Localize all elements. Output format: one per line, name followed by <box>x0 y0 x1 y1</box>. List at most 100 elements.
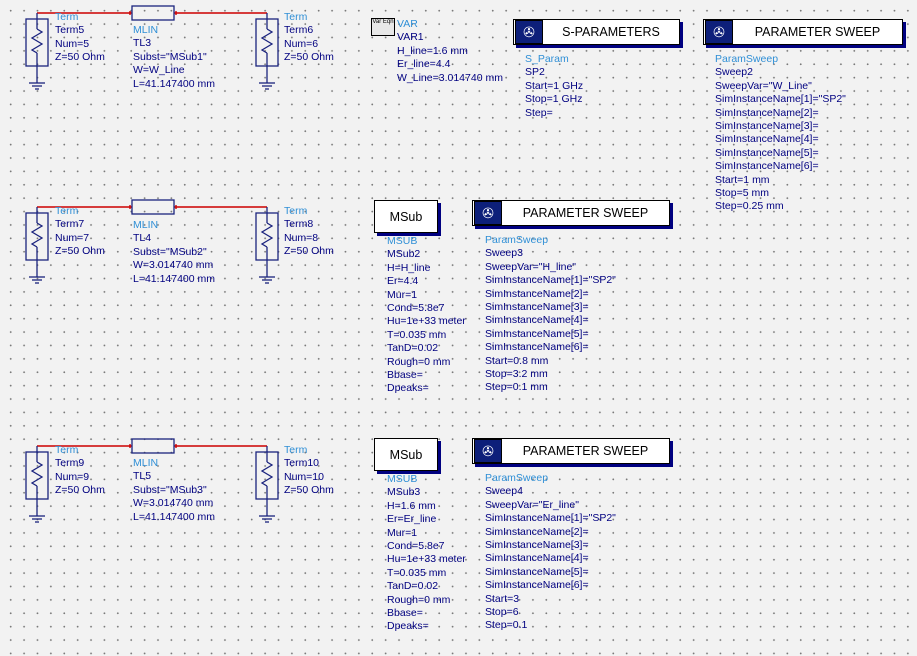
label-line: W_Line=3.014740 mm <box>397 71 503 84</box>
label-line: Cond=5.8e7 <box>387 301 445 314</box>
label-line: MLIN <box>133 219 159 231</box>
label-line: Num=10 <box>284 470 324 483</box>
mlin-symbol <box>131 199 175 215</box>
sim-controller-icon: ✇ <box>515 20 543 44</box>
sim-controller-icon: ✇ <box>474 201 502 225</box>
parameter-sweep-4-title: PARAMETER SWEEP <box>522 444 649 458</box>
label-line: Cond=5.8e7 <box>387 539 445 552</box>
term5-labels[interactable]: Term Term5 Num=5 Z=50 Ohm <box>55 11 105 65</box>
term-resistor-icon[interactable] <box>25 446 49 523</box>
tl5-labels[interactable]: MLIN TL5 Subst="MSub3" W=3.014740 mm L=41.14… <box>133 457 215 524</box>
label-line: SimInstanceName[3]= <box>715 119 819 132</box>
label-line: Hu=1e+33 meter <box>387 315 466 328</box>
parameter-sweep-3-controller[interactable]: ✇ PARAMETER SWEEP <box>472 200 670 226</box>
label-line: Z=50 Ohm <box>284 484 334 497</box>
mlin-symbol <box>131 438 175 454</box>
var1-labels[interactable]: VAR VAR1 H_line=1.6 mm Er_line=4.4 W_Line=3.… <box>397 18 503 85</box>
label-line: Term9 <box>55 457 85 470</box>
term-resistor-icon[interactable] <box>255 13 279 90</box>
label-line: SweepVar="Er_line" <box>485 498 579 511</box>
term8-labels[interactable]: Term Term8 Num=8 Z=50 Ohm <box>284 205 334 259</box>
label-line: Mur=1 <box>387 288 418 301</box>
label-line: L=41.147400 mm <box>133 272 216 285</box>
label-line: Stop=3.2 mm <box>485 367 548 380</box>
label-line: Er=Er_line <box>387 513 437 526</box>
term-resistor-icon[interactable] <box>25 13 49 90</box>
tl3-labels[interactable]: MLIN TL3 Subst="MSub1" W=W_Line L=41.147400 … <box>133 24 215 91</box>
term6-labels[interactable]: Term Term6 Num=6 Z=50 Ohm <box>284 11 334 65</box>
label-line: Term <box>284 444 308 456</box>
sp2-labels[interactable]: S_Param SP2 Start=1 GHz Stop=1 GHz Step= <box>525 53 583 120</box>
label-line: Num=9 <box>55 470 90 483</box>
label-line: W=3.014740 mm <box>133 259 214 272</box>
sweep4-labels[interactable]: ParamSweep Sweep4 SweepVar="Er_line" SimIns… <box>485 472 616 633</box>
sweep2-labels[interactable]: ParamSweep Sweep2 SweepVar="W_Line" SimInst… <box>715 53 846 214</box>
label-line: L=41.147400 mm <box>133 510 216 523</box>
label-line: Term8 <box>284 218 314 231</box>
label-line: ParamSweep <box>485 472 549 484</box>
msub2-block[interactable]: MSub <box>374 200 438 233</box>
label-line: SweepVar="W_Line" <box>715 79 812 92</box>
label-line: Z=50 Ohm <box>284 51 334 64</box>
label-line: Stop=6 <box>485 605 519 618</box>
label-line: SimInstanceName[5]= <box>485 327 589 340</box>
label-line: SimInstanceName[6]= <box>485 341 589 354</box>
var-eqn-icon[interactable]: Var Eqn <box>371 18 395 36</box>
sweep3-labels[interactable]: ParamSweep Sweep3 SweepVar="H_line" SimInst… <box>485 234 616 395</box>
term10-labels[interactable]: Term Term10 Num=10 Z=50 Ohm <box>284 444 334 498</box>
label-line: TL3 <box>133 37 152 50</box>
label-line: SimInstanceName[6]= <box>715 160 819 173</box>
label-line: S_Param <box>525 53 569 65</box>
label-line: Subst="MSub3" <box>133 483 207 496</box>
label-line: TanD=0.02 <box>387 342 439 355</box>
label-line: Term <box>55 11 79 23</box>
label-line: Start=1 mm <box>715 173 770 186</box>
label-line: Sweep3 <box>485 247 523 260</box>
term9-labels[interactable]: Term Term9 Num=9 Z=50 Ohm <box>55 444 105 498</box>
label-line: Stop=5 mm <box>715 186 769 199</box>
tl4-labels[interactable]: MLIN TL4 Subst="MSub2" W=3.014740 mm L=41.14… <box>133 219 215 286</box>
parameter-sweep-3-title: PARAMETER SWEEP <box>522 206 649 220</box>
label-line: TL5 <box>133 470 152 483</box>
label-line: Mur=1 <box>387 526 418 539</box>
label-line: SimInstanceName[3]= <box>485 300 589 313</box>
label-line: H=H_line <box>387 261 431 274</box>
label-line: W=W_Line <box>133 64 185 77</box>
s-parameters-controller[interactable]: ✇ S-PARAMETERS <box>513 19 680 45</box>
parameter-sweep-4-controller[interactable]: ✇ PARAMETER SWEEP <box>472 438 670 464</box>
label-line: Rough=0 mm <box>387 593 451 606</box>
msub2-labels[interactable]: MSUB MSub2 H=H_line Er=4.4 Mur=1 Cond=5.8e7 Hu… <box>387 235 466 396</box>
parameter-sweep-2-controller[interactable]: ✇ PARAMETER SWEEP <box>703 19 903 45</box>
label-line: L=41.147400 mm <box>133 77 216 90</box>
term-resistor-icon[interactable] <box>255 207 279 284</box>
label-line: Step=0.1 mm <box>485 381 548 394</box>
label-line: SimInstanceName[2]= <box>485 525 589 538</box>
label-line: Er=4.4 <box>387 275 419 288</box>
label-line: Subst="MSub2" <box>133 245 207 258</box>
label-line: SimInstanceName[1]="SP2" <box>715 93 846 106</box>
label-line: Term7 <box>55 218 85 231</box>
term-resistor-icon[interactable] <box>255 446 279 523</box>
label-line: Subst="MSub1" <box>133 50 207 63</box>
label-line: Term <box>55 444 79 456</box>
label-line: Z=50 Ohm <box>55 51 105 64</box>
label-line: Num=8 <box>284 231 319 244</box>
term7-labels[interactable]: Term Term7 Num=7 Z=50 Ohm <box>55 205 105 259</box>
label-line: W=3.014740 mm <box>133 497 214 510</box>
sim-controller-icon: ✇ <box>474 439 502 463</box>
msub3-block[interactable]: MSub <box>374 438 438 471</box>
label-line: SimInstanceName[4]= <box>485 552 589 565</box>
label-line: T=0.035 mm <box>387 328 447 341</box>
term-resistor-icon[interactable] <box>25 207 49 284</box>
mlin-symbol <box>131 5 175 21</box>
label-line: T=0.035 mm <box>387 566 447 579</box>
msub3-labels[interactable]: MSUB MSub3 H=1.6 mm Er=Er_line Mur=1 Cond=5.8… <box>387 473 466 634</box>
s-parameters-title: S-PARAMETERS <box>562 25 660 39</box>
label-line: VAR <box>397 18 418 30</box>
label-line: SimInstanceName[6]= <box>485 579 589 592</box>
label-line: MLIN <box>133 457 159 469</box>
label-line: Hu=1e+33 meter <box>387 553 466 566</box>
label-line: Bbase= <box>387 368 423 381</box>
label-line: SimInstanceName[1]="SP2" <box>485 274 616 287</box>
label-line: Bbase= <box>387 606 423 619</box>
